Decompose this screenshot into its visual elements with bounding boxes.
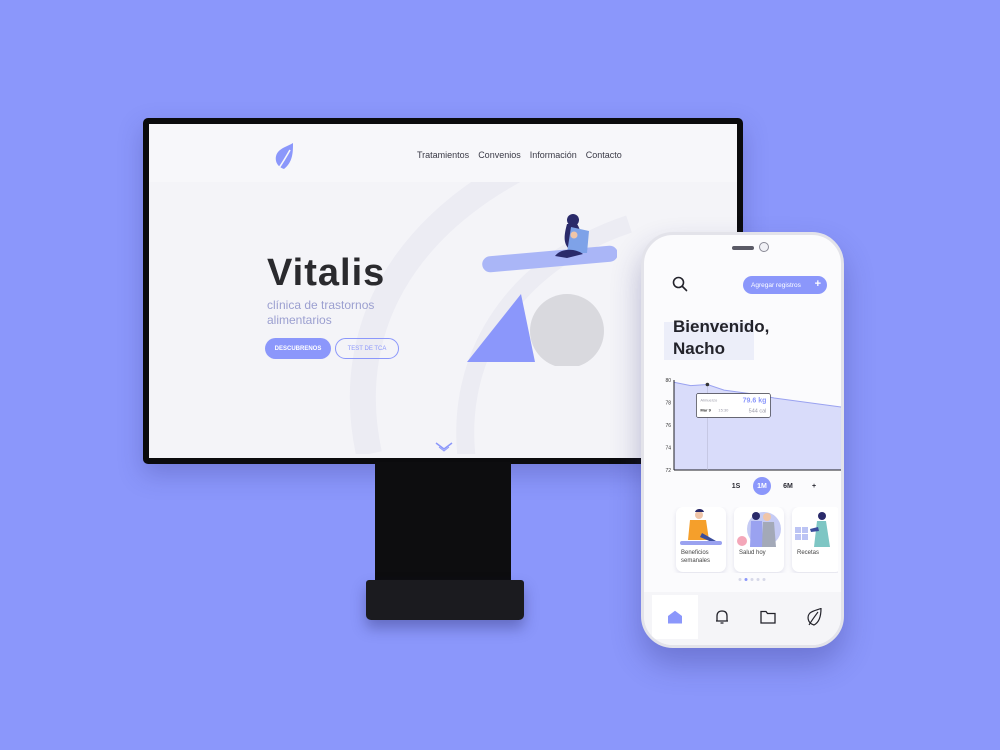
search-icon[interactable]	[672, 276, 688, 292]
bell-icon	[716, 610, 728, 624]
monitor-stand-base	[366, 580, 524, 620]
test-tca-button[interactable]: TEST DE TCA	[335, 338, 399, 359]
tooltip-value: 79.6 kg	[743, 398, 767, 405]
couple-illustration-icon	[737, 512, 781, 547]
tooltip-date: Mar 9	[700, 408, 711, 413]
discover-button[interactable]: DESCUBRENOS	[265, 338, 331, 359]
pager-dot[interactable]	[762, 578, 766, 581]
period-selector: 1S 1M 6M +	[727, 477, 823, 495]
nav-notifications[interactable]	[699, 595, 745, 639]
tooltip-time: 15:30	[718, 408, 729, 413]
site-nav: Tratamientos Convenios Información Conta…	[417, 150, 622, 160]
y-tick-label: 80	[665, 378, 671, 384]
add-records-label: Agregar registros	[751, 281, 801, 289]
card-label: Recetas	[797, 550, 820, 556]
phone-camera	[759, 242, 769, 252]
y-tick-label: 76	[665, 423, 671, 429]
pager-dot[interactable]	[756, 578, 760, 581]
tooltip-calories: 544 cal	[749, 409, 767, 415]
nav-link-informacion[interactable]: Información	[530, 150, 577, 160]
nav-home[interactable]	[652, 595, 698, 639]
y-tick-label: 72	[665, 468, 671, 474]
greeting-line-1: Bienvenido,	[673, 317, 770, 336]
nav-link-contacto[interactable]: Contacto	[586, 150, 622, 160]
monitor-stand-neck	[375, 462, 511, 584]
period-6m[interactable]: 6M	[779, 477, 797, 495]
person-illustration-icon	[680, 509, 722, 545]
mobile-phone: Agregar registros + Bienvenido, Nacho 80…	[641, 232, 844, 648]
weight-chart[interactable]: 80 78 76 74 72 Almuerzo 79.6 kg Mar 9 15:30 544 c…	[644, 375, 841, 475]
card-salud[interactable]: Salud hoy	[734, 507, 784, 572]
pager-dot[interactable]	[738, 578, 742, 581]
site-header: Tratamientos Convenios Información Conta…	[149, 124, 737, 182]
period-1s[interactable]: 1S	[727, 477, 745, 495]
y-tick-label: 74	[665, 446, 671, 452]
folder-icon	[760, 610, 776, 624]
y-tick-label: 78	[665, 401, 671, 407]
carousel-pager[interactable]	[737, 577, 767, 582]
pager-dot[interactable]	[744, 578, 748, 581]
card-recetas[interactable]: Recetas	[792, 507, 838, 572]
card-carousel: Beneficios semanales Salud hoy Recetas	[672, 507, 838, 573]
scroll-down-icon[interactable]	[435, 442, 453, 452]
card-beneficios[interactable]: Beneficios semanales	[676, 507, 726, 572]
pager-dot[interactable]	[750, 578, 754, 581]
leaf-icon	[807, 608, 822, 626]
plus-icon: +	[814, 278, 821, 290]
leaf-logo-icon[interactable]	[273, 142, 295, 170]
greeting: Bienvenido, Nacho	[673, 316, 769, 360]
card-label: Salud hoy	[739, 550, 766, 556]
add-records-button[interactable]: Agregar registros +	[743, 276, 827, 294]
balance-illustration	[467, 214, 617, 366]
hero-title: Vitalis	[267, 252, 386, 294]
home-icon	[668, 610, 682, 624]
recipe-illustration-icon	[795, 512, 830, 547]
phone-speaker	[732, 246, 754, 250]
period-1m[interactable]: 1M	[753, 477, 771, 495]
bottom-navbar	[644, 592, 841, 645]
hero-subtitle: clínica de trastornos alimentarios	[267, 298, 375, 327]
nav-link-tratamientos[interactable]: Tratamientos	[417, 150, 469, 160]
greeting-line-2: Nacho	[673, 339, 725, 358]
add-period-button[interactable]: +	[805, 477, 823, 495]
tooltip-tag: Almuerzo	[700, 398, 718, 403]
nav-files[interactable]	[745, 595, 791, 639]
nav-link-convenios[interactable]: Convenios	[478, 150, 521, 160]
highlight-point	[705, 382, 710, 387]
nav-wellness[interactable]	[791, 595, 837, 639]
card-label: Beneficios semanales	[681, 550, 711, 564]
